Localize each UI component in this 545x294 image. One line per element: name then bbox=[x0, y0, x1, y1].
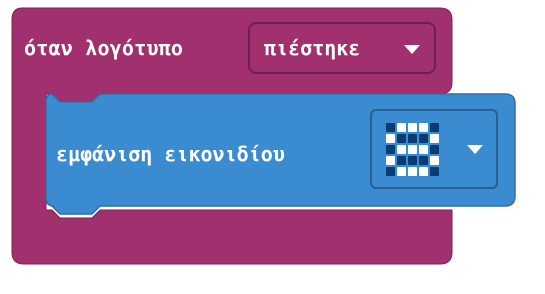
led-on bbox=[419, 145, 428, 154]
led-on bbox=[408, 167, 417, 176]
led-on bbox=[397, 167, 406, 176]
led-on bbox=[419, 167, 428, 176]
led-off bbox=[386, 123, 395, 132]
led-off bbox=[397, 134, 406, 143]
led-on bbox=[408, 123, 417, 132]
led-icon-preview bbox=[386, 123, 441, 178]
led-off bbox=[430, 123, 439, 132]
led-off bbox=[419, 156, 428, 165]
led-on bbox=[408, 145, 417, 154]
logo-event-dropdown-value: πιέστηκε bbox=[264, 36, 361, 60]
caret-down-icon[interactable] bbox=[404, 45, 420, 54]
led-off bbox=[430, 145, 439, 154]
led-on bbox=[397, 145, 406, 154]
led-on bbox=[430, 134, 439, 143]
event-block-label: όταν λογότυπο bbox=[24, 36, 184, 60]
show-icon-block-label: εμφάνιση εικονιδίου bbox=[56, 142, 285, 166]
led-off bbox=[397, 156, 406, 165]
led-off bbox=[408, 134, 417, 143]
block-workspace: όταν λογότυπο πιέστηκε εμφάνιση εικονιδί… bbox=[0, 0, 545, 294]
led-on bbox=[386, 156, 395, 165]
led-on bbox=[397, 123, 406, 132]
led-off bbox=[408, 156, 417, 165]
led-off bbox=[386, 167, 395, 176]
led-off bbox=[430, 167, 439, 176]
led-off bbox=[419, 134, 428, 143]
led-on bbox=[419, 123, 428, 132]
led-on bbox=[430, 156, 439, 165]
led-on bbox=[386, 134, 395, 143]
led-off bbox=[386, 145, 395, 154]
caret-down-icon[interactable] bbox=[467, 145, 483, 154]
logo-event-dropdown[interactable]: πιέστηκε bbox=[248, 22, 436, 74]
icon-picker-dropdown[interactable] bbox=[370, 109, 498, 189]
